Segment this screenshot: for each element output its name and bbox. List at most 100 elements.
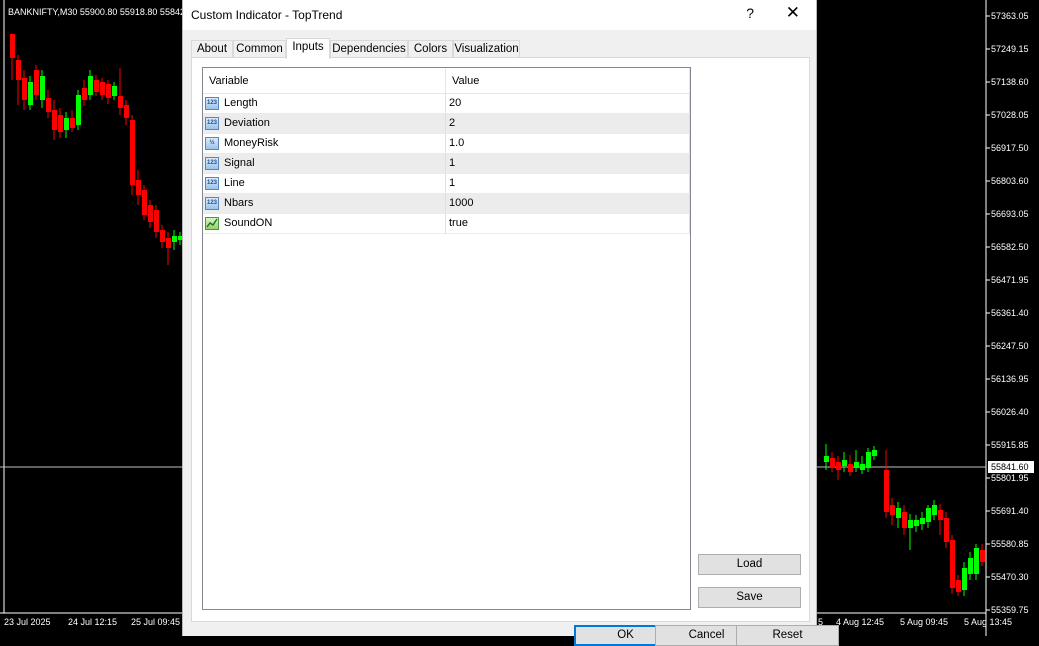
input-name: Nbars	[224, 197, 254, 209]
candle-body	[956, 580, 961, 592]
price-tick-label: 56917.50	[991, 143, 1029, 153]
input-value[interactable]: 1	[449, 177, 455, 189]
candle-body	[896, 508, 901, 518]
candle-body	[70, 118, 75, 128]
candle-body	[124, 105, 129, 118]
input-value[interactable]: 2	[449, 117, 455, 129]
tab-visualization[interactable]: Visualization	[453, 40, 520, 58]
input-row-length[interactable]: 123 Length 20	[203, 94, 690, 114]
cell-divider	[445, 114, 446, 134]
candle-body	[172, 236, 177, 242]
candle-body	[830, 458, 835, 468]
input-name: Length	[224, 97, 258, 109]
candle-body	[926, 508, 931, 522]
time-tick-1: 23 Jul 2025	[4, 617, 51, 627]
column-divider[interactable]	[445, 68, 446, 93]
input-name: Deviation	[224, 117, 270, 129]
inputs-grid[interactable]: Variable Value 123 Length 20 123 Deviati…	[202, 67, 691, 610]
input-value[interactable]: 1.0	[449, 137, 464, 149]
time-tick-2: 24 Jul 12:15	[68, 617, 117, 627]
input-row-signal[interactable]: 123 Signal 1	[203, 154, 690, 174]
price-tick-label: 56693.05	[991, 209, 1029, 219]
save-button[interactable]: Save	[698, 587, 801, 608]
boolean-type-icon	[205, 217, 219, 230]
double-type-icon: ½	[205, 137, 219, 150]
tab-common[interactable]: Common	[233, 40, 286, 58]
input-value[interactable]: 20	[449, 97, 461, 109]
integer-type-icon: 123	[205, 97, 219, 110]
cell-divider-end	[689, 214, 690, 234]
candle-body	[890, 505, 895, 515]
input-row-line[interactable]: 123 Line 1	[203, 174, 690, 194]
price-tick-label: 56582.50	[991, 242, 1029, 252]
column-header-value[interactable]: Value	[452, 75, 479, 87]
candle-body	[914, 520, 919, 526]
price-tick-label: 56247.50	[991, 341, 1029, 351]
input-row-moneyrisk[interactable]: ½ MoneyRisk 1.0	[203, 134, 690, 154]
input-value[interactable]: 1	[449, 157, 455, 169]
tab-colors[interactable]: Colors	[408, 40, 453, 58]
price-tick-label: 55801.95	[991, 473, 1029, 483]
candle-body	[136, 180, 141, 195]
cell-divider	[445, 174, 446, 194]
cell-divider-end	[689, 174, 690, 194]
candle-body	[16, 60, 21, 80]
cell-divider-end	[689, 114, 690, 134]
candle-body	[962, 568, 967, 590]
input-row-deviation[interactable]: 123 Deviation 2	[203, 114, 690, 134]
custom-indicator-dialog: Custom Indicator - TopTrend ? ✕ About Co…	[182, 0, 839, 646]
time-tick-5: 4 Aug 12:45	[836, 617, 884, 627]
candle-body	[166, 238, 171, 248]
price-tick-label: 55580.85	[991, 539, 1029, 549]
input-value[interactable]: 1000	[449, 197, 473, 209]
price-tick-label: 55470.30	[991, 572, 1029, 582]
column-divider-end	[689, 68, 690, 93]
candle-body	[836, 462, 841, 470]
cell-divider-end	[689, 154, 690, 174]
tab-dependencies[interactable]: Dependencies	[330, 40, 408, 58]
tab-about[interactable]: About	[191, 40, 233, 58]
candle-body	[94, 80, 99, 92]
candle-body	[872, 450, 877, 456]
tab-inputs[interactable]: Inputs	[286, 38, 330, 59]
candle-body	[130, 120, 135, 185]
candle-body	[118, 96, 123, 108]
cell-divider	[445, 134, 446, 154]
candle-body	[160, 230, 165, 242]
time-tick-3: 25 Jul 09:45	[131, 617, 180, 627]
help-icon[interactable]: ?	[746, 5, 754, 21]
candle-body	[88, 76, 93, 95]
input-row-nbars[interactable]: 123 Nbars 1000	[203, 194, 690, 214]
candle-body	[824, 456, 829, 462]
candle-body	[76, 95, 81, 125]
input-name: SoundON	[224, 217, 273, 229]
price-tick-label: 57363.05	[991, 11, 1029, 21]
input-row-soundon[interactable]: SoundON true	[203, 214, 690, 234]
candle-body	[10, 34, 15, 58]
candle-body	[40, 76, 45, 100]
price-tick-label: 56026.40	[991, 407, 1029, 417]
candle-body	[866, 452, 871, 468]
candle-body	[52, 110, 57, 130]
close-icon[interactable]: ✕	[786, 3, 800, 23]
integer-type-icon: 123	[205, 177, 219, 190]
input-value[interactable]: true	[449, 217, 468, 229]
load-button[interactable]: Load	[698, 554, 801, 575]
dialog-titlebar[interactable]: Custom Indicator - TopTrend ? ✕	[183, 0, 816, 30]
candle-body	[842, 460, 847, 466]
candle-body	[28, 82, 33, 105]
candle-body	[154, 210, 159, 232]
cell-divider	[445, 214, 446, 234]
candle-body	[920, 518, 925, 524]
candle-body	[932, 505, 937, 515]
candle-body	[938, 510, 943, 520]
time-tick-7: 5 Aug 13:45	[964, 617, 1012, 627]
candle-body	[884, 470, 889, 512]
column-header-variable[interactable]: Variable	[209, 75, 249, 87]
candle-body	[142, 190, 147, 215]
candle-body	[902, 512, 907, 528]
candle-body	[974, 548, 979, 574]
candle-body	[860, 464, 865, 470]
price-tick-label: 56361.40	[991, 308, 1029, 318]
integer-type-icon: 123	[205, 157, 219, 170]
